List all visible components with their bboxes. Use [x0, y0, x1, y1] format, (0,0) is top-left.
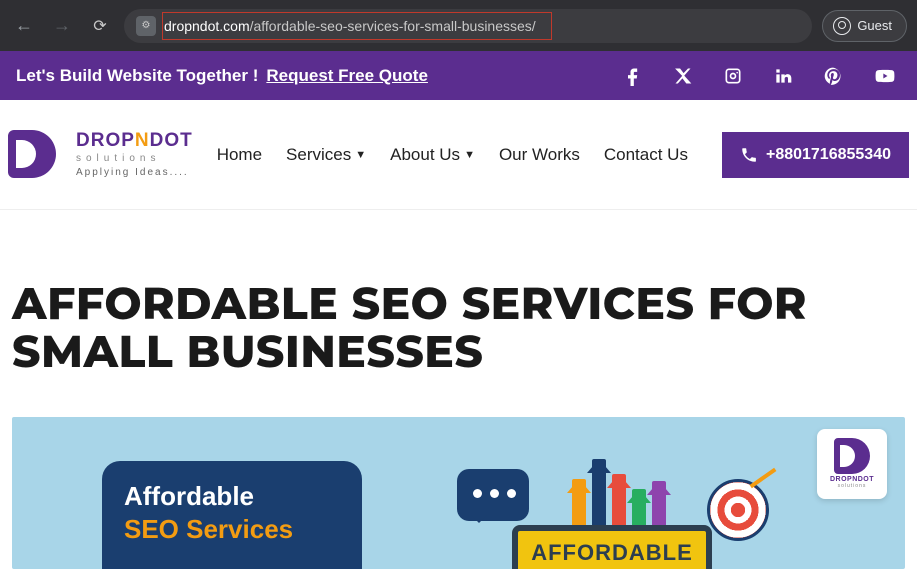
nav-works[interactable]: Our Works — [499, 145, 580, 165]
hero-image: DROPNDOT solutions Affordable SEO Servic… — [12, 417, 905, 569]
logo-mark — [8, 126, 66, 184]
linkedin-icon[interactable] — [773, 66, 793, 86]
chat-bubble-icon — [457, 469, 529, 521]
monitor-graphic: AFFORDABLE — [512, 525, 712, 569]
site-settings-icon[interactable]: ⚙ — [136, 16, 156, 36]
phone-number: +8801716855340 — [766, 146, 891, 164]
announcement-bar: Let's Build Website Together ! Request F… — [0, 51, 917, 100]
chevron-down-icon: ▼ — [464, 149, 475, 161]
page-title: AFFORDABLE SEO SERVICES FOR SMALL BUSINE… — [12, 280, 905, 377]
nav-services[interactable]: Services▼ — [286, 145, 366, 165]
nav-contact[interactable]: Contact Us — [604, 145, 688, 165]
phone-icon — [740, 146, 758, 164]
phone-button[interactable]: +8801716855340 — [722, 132, 909, 178]
guest-icon — [833, 17, 851, 35]
growth-arrows-icon — [572, 459, 666, 529]
site-logo[interactable]: DROPNDOT solutions Applying Ideas.... — [8, 126, 193, 184]
youtube-icon[interactable] — [873, 66, 897, 86]
forward-button[interactable]: → — [48, 15, 76, 36]
page-content: AFFORDABLE SEO SERVICES FOR SMALL BUSINE… — [0, 210, 917, 377]
nav-home[interactable]: Home — [217, 145, 262, 165]
main-nav: Home Services▼ About Us▼ Our Works Conta… — [217, 132, 909, 178]
guest-profile-button[interactable]: Guest — [822, 10, 907, 42]
browser-toolbar: ← → ⟳ ⚙ dropndot.com/affordable-seo-serv… — [0, 0, 917, 51]
x-twitter-icon[interactable] — [673, 66, 693, 86]
announcement-text: Let's Build Website Together ! — [16, 66, 258, 86]
guest-label: Guest — [857, 18, 892, 33]
hero-title-card: Affordable SEO Services — [102, 461, 362, 569]
url-text: dropndot.com/affordable-seo-services-for… — [164, 18, 536, 34]
reload-button[interactable]: ⟳ — [86, 16, 114, 36]
facebook-icon[interactable] — [623, 66, 643, 86]
hero-logo-badge: DROPNDOT solutions — [817, 429, 887, 499]
request-quote-link[interactable]: Request Free Quote — [266, 66, 428, 86]
target-icon — [707, 479, 769, 541]
chevron-down-icon: ▼ — [355, 149, 366, 161]
site-header: DROPNDOT solutions Applying Ideas.... Ho… — [0, 100, 917, 210]
social-icons — [623, 66, 901, 86]
instagram-icon[interactable] — [723, 66, 743, 86]
address-bar[interactable]: ⚙ dropndot.com/affordable-seo-services-f… — [124, 9, 812, 43]
back-button[interactable]: ← — [10, 15, 38, 36]
nav-about[interactable]: About Us▼ — [390, 145, 475, 165]
logo-text: DROPNDOT solutions Applying Ideas.... — [76, 130, 193, 179]
pinterest-icon[interactable] — [823, 66, 843, 86]
